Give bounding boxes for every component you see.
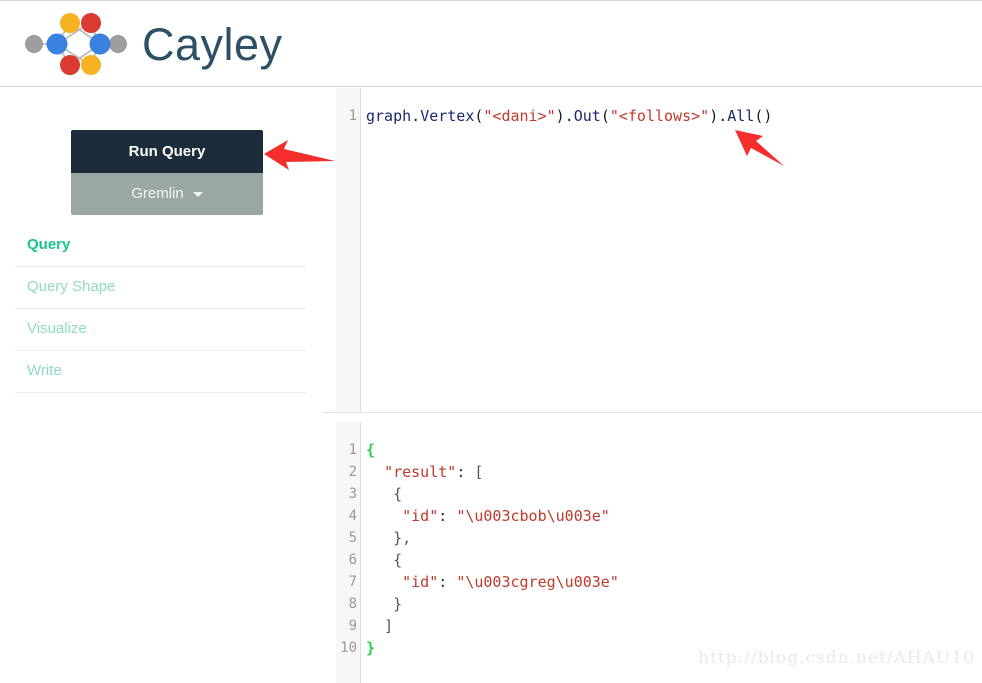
code-token: [ bbox=[474, 463, 484, 481]
sidebar-item-query-shape[interactable]: Query Shape bbox=[15, 267, 306, 309]
query-editor-panel[interactable]: 1 graph.Vertex("<dani>").Out("<follows>"… bbox=[323, 88, 982, 413]
line-number: 8 bbox=[348, 596, 357, 612]
code-token: }, bbox=[393, 529, 412, 547]
code-token: { bbox=[393, 551, 403, 569]
code-token: "\u003cgreg\u003e" bbox=[456, 573, 619, 591]
code-token: } bbox=[366, 639, 376, 657]
line-number: 7 bbox=[348, 574, 357, 590]
code-token: All bbox=[727, 107, 755, 125]
code-token: : bbox=[456, 463, 475, 481]
run-query-button[interactable]: Run Query bbox=[71, 130, 263, 173]
code-line: "id": "\u003cgreg\u003e" bbox=[366, 571, 978, 593]
code-token: : bbox=[438, 507, 457, 525]
line-number: 9 bbox=[348, 618, 357, 634]
code-token: "result" bbox=[384, 463, 457, 481]
code-token: Out bbox=[573, 107, 601, 125]
watermark-text: http://blog.csdn.net/AHAU10 bbox=[698, 648, 975, 668]
line-number: 4 bbox=[348, 508, 357, 524]
code-token: { bbox=[393, 485, 403, 503]
app-header: Cayley bbox=[0, 1, 982, 87]
code-token: : bbox=[438, 573, 457, 591]
line-number: 10 bbox=[340, 640, 357, 656]
result-code-text: { "result": [ { "id": "\u003cbob\u003e" … bbox=[366, 439, 978, 659]
line-number: 3 bbox=[348, 486, 357, 502]
sidebar-item-visualize[interactable]: Visualize bbox=[15, 309, 306, 351]
query-line-numbers: 1 bbox=[336, 105, 361, 127]
code-token: () bbox=[754, 107, 773, 125]
code-token: "<follows>" bbox=[609, 107, 710, 125]
query-code-text[interactable]: graph.Vertex("<dani>").Out("<follows>").… bbox=[366, 105, 978, 127]
line-number: 1 bbox=[348, 442, 357, 458]
code-token: "id" bbox=[402, 573, 439, 591]
line-number: 2 bbox=[348, 464, 357, 480]
code-token: . bbox=[411, 107, 421, 125]
line-number: 6 bbox=[348, 552, 357, 568]
cayley-graph-logo bbox=[12, 9, 128, 79]
query-language-dropdown[interactable]: Gremlin bbox=[71, 173, 263, 215]
code-line: ] bbox=[366, 615, 978, 637]
query-language-label: Gremlin bbox=[131, 185, 184, 202]
code-line: }, bbox=[366, 527, 978, 549]
code-token: ] bbox=[384, 617, 394, 635]
sidebar-item-query[interactable]: Query bbox=[15, 225, 306, 267]
query-gutter bbox=[336, 88, 361, 412]
code-line: { bbox=[366, 483, 978, 505]
sidebar: Run Query Gremlin Query Query Shape Visu… bbox=[0, 88, 322, 683]
line-number: 1 bbox=[348, 108, 357, 124]
sidebar-nav: Query Query Shape Visualize Write bbox=[15, 225, 306, 393]
code-token: graph bbox=[366, 107, 412, 125]
code-line: { bbox=[366, 549, 978, 571]
query-controls-group: Run Query Gremlin bbox=[71, 130, 263, 215]
code-token: "<dani>" bbox=[483, 107, 556, 125]
code-line: { bbox=[366, 439, 978, 461]
result-line-numbers: 1 2 3 4 5 6 7 8 9 10 bbox=[336, 439, 361, 659]
code-line: } bbox=[366, 593, 978, 615]
code-token: } bbox=[393, 595, 403, 613]
chevron-down-icon bbox=[192, 191, 203, 197]
code-token: . bbox=[564, 107, 574, 125]
sidebar-item-write[interactable]: Write bbox=[15, 351, 306, 393]
query-code-mirror[interactable]: 1 graph.Vertex("<dani>").Out("<follows>"… bbox=[323, 88, 982, 412]
code-line: "id": "\u003cbob\u003e" bbox=[366, 505, 978, 527]
line-number: 5 bbox=[348, 530, 357, 546]
result-code-mirror[interactable]: 1 2 3 4 5 6 7 8 9 10 { "result": [ { "id": "\u003… bbox=[323, 422, 982, 683]
brand: Cayley bbox=[12, 5, 283, 83]
code-line: "result": [ bbox=[366, 461, 978, 483]
page-title: Cayley bbox=[142, 18, 283, 70]
code-token: "id" bbox=[402, 507, 439, 525]
code-token: "\u003cbob\u003e" bbox=[456, 507, 610, 525]
result-editor-panel[interactable]: 1 2 3 4 5 6 7 8 9 10 { "result": [ { "id": "\u003… bbox=[323, 422, 982, 683]
code-token: . bbox=[718, 107, 728, 125]
code-token: ( bbox=[600, 107, 610, 125]
code-token: ) bbox=[709, 107, 719, 125]
code-token: Vertex bbox=[420, 107, 475, 125]
code-token: { bbox=[366, 441, 376, 459]
code-token: ) bbox=[555, 107, 565, 125]
